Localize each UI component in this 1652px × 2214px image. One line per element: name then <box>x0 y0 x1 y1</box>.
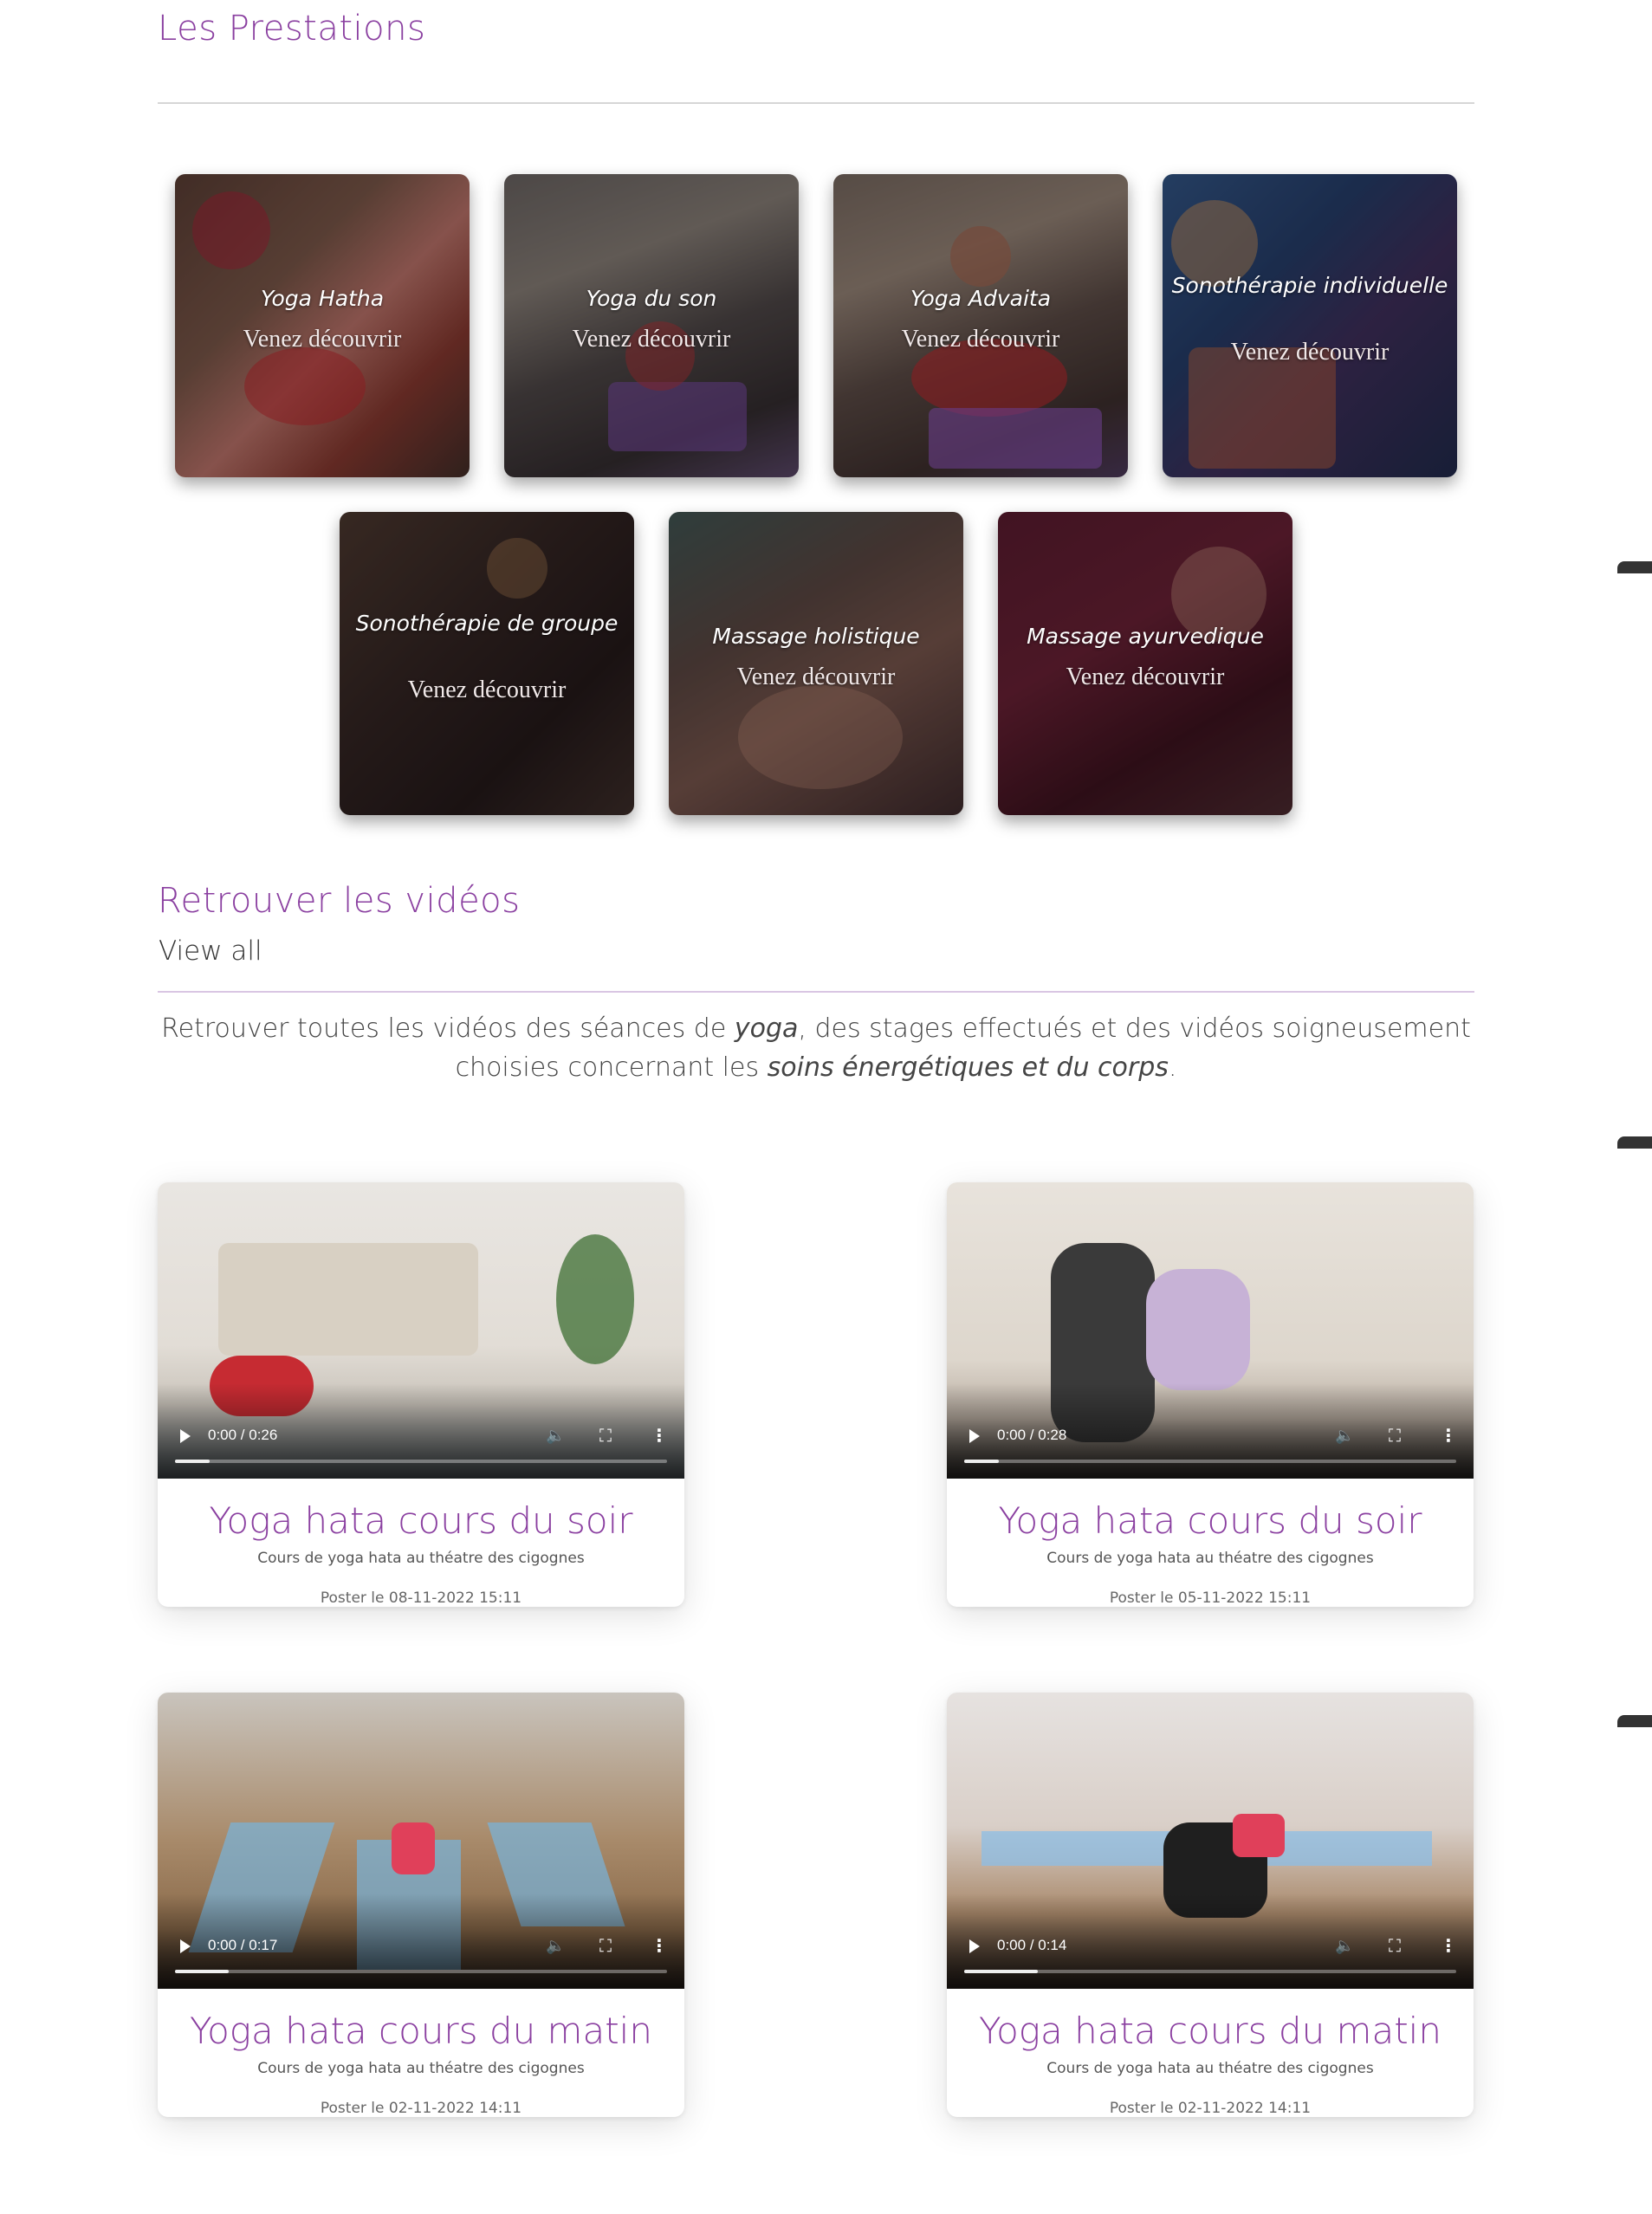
fullscreen-icon[interactable]: ⛶ <box>599 1935 612 1956</box>
card-title: Sonothérapie individuelle <box>1171 273 1448 298</box>
volume-icon[interactable]: 🔈 <box>1335 1427 1354 1445</box>
card-title: Yoga du son <box>586 286 717 311</box>
divider <box>158 991 1474 993</box>
discover-link[interactable]: Venez découvrir <box>669 664 963 691</box>
video-player[interactable]: 0:00 / 0:17 🔈 ⛶ ⋮ <box>158 1693 684 1989</box>
volume-icon[interactable]: 🔈 <box>546 1427 565 1445</box>
side-tab[interactable] <box>1617 561 1652 573</box>
discover-link[interactable]: Venez découvrir <box>1163 339 1457 366</box>
play-icon[interactable] <box>969 1429 980 1443</box>
video-description: Cours de yoga hata au théatre des cigogn… <box>1046 2060 1374 2077</box>
video-progress-track[interactable] <box>964 1460 1456 1463</box>
side-tab[interactable] <box>1617 1715 1652 1727</box>
video-card: 0:00 / 0:28 🔈 ⛶ ⋮ Yoga hata cours du soi… <box>947 1182 1474 1607</box>
card-title: Sonothérapie de groupe <box>355 611 619 636</box>
video-player[interactable]: 0:00 / 0:26 🔈 ⛶ ⋮ <box>158 1182 684 1479</box>
volume-icon[interactable]: 🔈 <box>546 1937 565 1955</box>
play-icon[interactable] <box>180 1939 191 1953</box>
discover-link[interactable]: Venez découvrir <box>504 326 799 353</box>
video-player[interactable]: 0:00 / 0:14 🔈 ⛶ ⋮ <box>947 1693 1474 1989</box>
video-title[interactable]: Yoga hata cours du soir <box>947 1499 1474 1542</box>
divider <box>158 102 1474 104</box>
discover-link[interactable]: Venez découvrir <box>175 326 470 353</box>
card-yoga-advaita[interactable]: Yoga Advaita Venez découvrir <box>833 174 1128 477</box>
play-icon[interactable] <box>969 1939 980 1953</box>
video-description: Cours de yoga hata au théatre des cigogn… <box>1046 1550 1374 1567</box>
card-sonotherapie-groupe[interactable]: Sonothérapie de groupe Venez découvrir <box>340 512 634 815</box>
card-title: Massage holistique <box>712 624 920 649</box>
card-title: Massage ayurvedique <box>1027 624 1264 649</box>
video-progress <box>175 1460 210 1463</box>
more-options-icon[interactable]: ⋮ <box>651 1935 668 1956</box>
video-title[interactable]: Yoga hata cours du matin <box>947 2010 1474 2052</box>
video-progress-track[interactable] <box>175 1970 667 1973</box>
prestations-title: Les Prestations <box>158 9 426 49</box>
video-date: Poster le 08-11-2022 15:11 <box>320 1589 522 1607</box>
video-time: 0:00 / 0:17 <box>208 1937 278 1953</box>
video-description: Cours de yoga hata au théatre des cigogn… <box>257 1550 585 1567</box>
card-yoga-du-son[interactable]: Yoga du son Venez découvrir <box>504 174 799 477</box>
more-options-icon[interactable]: ⋮ <box>1440 1935 1457 1956</box>
more-options-icon[interactable]: ⋮ <box>651 1425 668 1446</box>
card-yoga-hatha[interactable]: Yoga Hatha Venez découvrir <box>175 174 470 477</box>
card-sonotherapie-individuelle[interactable]: Sonothérapie individuelle Venez découvri… <box>1163 174 1457 477</box>
video-progress <box>175 1970 230 1973</box>
video-date: Poster le 02-11-2022 14:11 <box>1109 2100 1312 2117</box>
video-progress <box>964 1970 1039 1973</box>
video-card: 0:00 / 0:26 🔈 ⛶ ⋮ Yoga hata cours du soi… <box>158 1182 684 1607</box>
fullscreen-icon[interactable]: ⛶ <box>599 1425 612 1446</box>
video-card: 0:00 / 0:17 🔈 ⛶ ⋮ Yoga hata cours du mat… <box>158 1693 684 2117</box>
video-description: Cours de yoga hata au théatre des cigogn… <box>257 2060 585 2077</box>
discover-link[interactable]: Venez découvrir <box>340 676 634 704</box>
video-time: 0:00 / 0:26 <box>208 1427 278 1443</box>
discover-link[interactable]: Venez découvrir <box>998 664 1292 691</box>
card-massage-holistique[interactable]: Massage holistique Venez découvrir <box>669 512 963 815</box>
discover-link[interactable]: Venez découvrir <box>833 326 1128 353</box>
fullscreen-icon[interactable]: ⛶ <box>1389 1935 1401 1956</box>
video-player[interactable]: 0:00 / 0:28 🔈 ⛶ ⋮ <box>947 1182 1474 1479</box>
video-time: 0:00 / 0:28 <box>997 1427 1067 1443</box>
videos-description: Retrouver toutes les vidéos des séances … <box>161 1013 1471 1083</box>
card-title: Yoga Hatha <box>260 286 385 311</box>
video-time: 0:00 / 0:14 <box>997 1937 1067 1953</box>
video-progress <box>964 1460 999 1463</box>
video-progress-track[interactable] <box>964 1970 1456 1973</box>
video-card: 0:00 / 0:14 🔈 ⛶ ⋮ Yoga hata cours du mat… <box>947 1693 1474 2117</box>
card-title: Yoga Advaita <box>910 286 1052 311</box>
video-progress-track[interactable] <box>175 1460 667 1463</box>
videos-title: Retrouver les vidéos <box>158 881 521 921</box>
volume-icon[interactable]: 🔈 <box>1335 1937 1354 1955</box>
video-title[interactable]: Yoga hata cours du matin <box>158 2010 684 2052</box>
play-icon[interactable] <box>180 1429 191 1443</box>
video-title[interactable]: Yoga hata cours du soir <box>158 1499 684 1542</box>
video-date: Poster le 02-11-2022 14:11 <box>320 2100 522 2117</box>
fullscreen-icon[interactable]: ⛶ <box>1389 1425 1401 1446</box>
card-massage-ayurvedique[interactable]: Massage ayurvedique Venez découvrir <box>998 512 1292 815</box>
more-options-icon[interactable]: ⋮ <box>1440 1425 1457 1446</box>
view-all-link[interactable]: View all <box>159 935 262 967</box>
side-tab[interactable] <box>1617 1136 1652 1149</box>
video-date: Poster le 05-11-2022 15:11 <box>1109 1589 1312 1607</box>
